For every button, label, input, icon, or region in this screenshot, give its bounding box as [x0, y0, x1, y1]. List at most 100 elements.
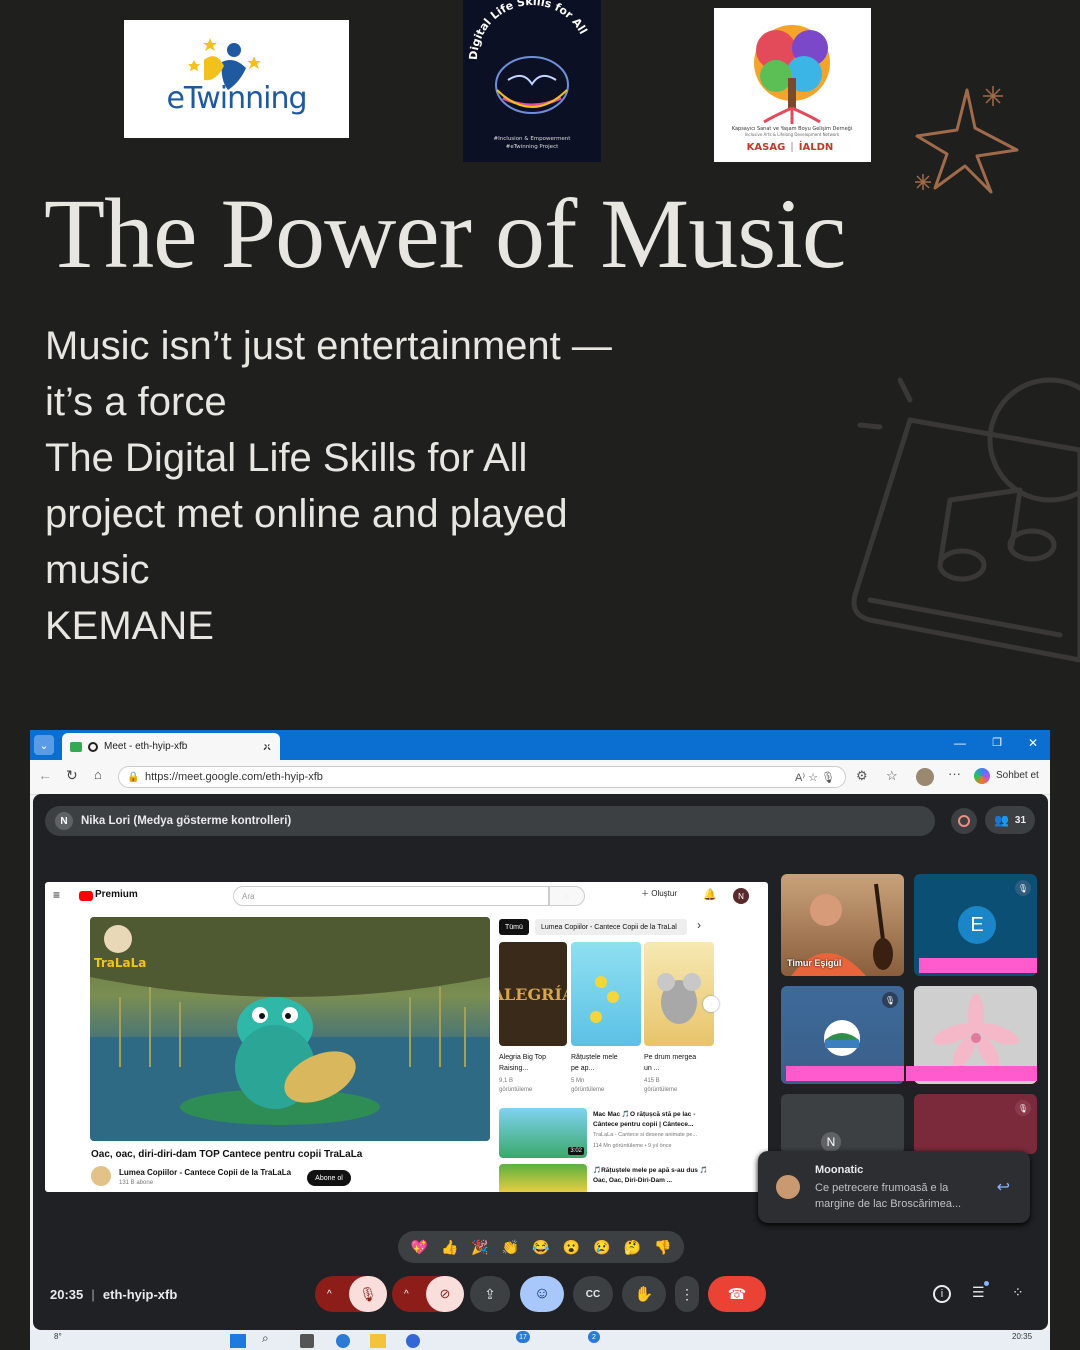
present-screen-icon[interactable]: ⇪: [470, 1276, 510, 1312]
participants-button[interactable]: 👥 31: [985, 806, 1035, 834]
start-icon[interactable]: [230, 1334, 246, 1348]
edge-taskbar-icon[interactable]: [336, 1334, 350, 1348]
participant-tile-n[interactable]: N: [781, 1094, 904, 1154]
reaction-thumbs-up-icon[interactable]: 👍: [441, 1239, 458, 1256]
browser-tab-bar: ⌄ Meet - eth-hyip-xfb ✕ + — ❐ ✕: [30, 730, 1050, 760]
chip-all[interactable]: Tümü: [499, 919, 529, 935]
reaction-sad-icon[interactable]: 😢: [593, 1239, 610, 1256]
menu-icon[interactable]: ≡: [53, 888, 60, 902]
chip-channel[interactable]: Lumea Copiilor - Cantece Copii de la Tra…: [535, 919, 687, 935]
subscribe-button[interactable]: Abone ol: [307, 1170, 351, 1186]
participant-tile-pink[interactable]: 🎙: [914, 1094, 1037, 1154]
channel-avatar[interactable]: [91, 1166, 111, 1186]
meet-screenshot: ⌄ Meet - eth-hyip-xfb ✕ + — ❐ ✕ ← ↻ ⌂ 🔒 …: [30, 730, 1050, 1350]
emoji-reactions-icon[interactable]: ☺: [520, 1276, 564, 1312]
participant-name: Timur Eşigül: [787, 958, 842, 968]
reaction-party-icon[interactable]: 🎉: [471, 1239, 488, 1256]
mic-options-icon[interactable]: ^: [327, 1289, 332, 1300]
copilot-label[interactable]: Sohbet et: [996, 770, 1039, 781]
youtube-search-input[interactable]: Ara: [233, 886, 549, 906]
body-line: KEMANE: [45, 604, 214, 648]
mic-control-group: ^ 🎙: [315, 1276, 387, 1312]
reaction-thumbs-down-icon[interactable]: 👎: [654, 1239, 671, 1256]
kasag-line: Kapsayıcı Sanat ve Yaşam Boyu Gelişim De…: [732, 125, 852, 132]
muted-mic-icon: 🎙: [1015, 880, 1031, 896]
favorites-icon[interactable]: ☆: [886, 768, 898, 784]
camera-off-icon[interactable]: ⊘: [426, 1276, 464, 1312]
chat-notification[interactable]: Moonatic Ce petrecere frumoasă e la marg…: [758, 1151, 1030, 1223]
home-icon[interactable]: ⌂: [94, 767, 102, 782]
short-title[interactable]: Alegria Big Top Raising...: [499, 1052, 555, 1074]
presenter-bar[interactable]: N Nika Lori (Medya gösterme kontrolleri): [45, 806, 935, 836]
recommended-title[interactable]: 🎵Rățuștele mele pe apă s-au dus 🎵 Oac, O…: [593, 1166, 711, 1186]
short-thumbnail-alegria[interactable]: ALEGRÍA: [499, 942, 567, 1046]
reaction-surprised-icon[interactable]: 😮: [563, 1239, 580, 1256]
mic-off-icon[interactable]: 🎙: [349, 1276, 387, 1312]
windows-taskbar: 8° ⌕ 17 2 20:35: [30, 1330, 1050, 1350]
captions-icon[interactable]: CC: [573, 1276, 613, 1312]
search-icon[interactable]: ⌕: [549, 886, 585, 906]
body-line: The Digital Life Skills for All: [45, 436, 528, 480]
reactions-bar: 💖 👍 🎉 👏 😂 😮 😢 🤔 👎: [398, 1231, 684, 1263]
reaction-clap-icon[interactable]: 👏: [502, 1239, 519, 1256]
camera-options-icon[interactable]: ^: [404, 1289, 409, 1300]
youtube-video-player[interactable]: TraLaLa: [90, 917, 490, 1141]
raise-hand-icon[interactable]: ✋: [622, 1276, 666, 1312]
minimize-icon[interactable]: —: [954, 736, 966, 750]
file-explorer-icon[interactable]: [370, 1334, 386, 1348]
new-tab-icon[interactable]: +: [262, 734, 273, 755]
reply-icon[interactable]: ↩: [997, 1177, 1010, 1197]
restore-icon[interactable]: ❐: [992, 736, 1002, 749]
subscriber-count: 131 B abone: [119, 1180, 154, 1186]
dls-sub1: #Inclusion & Empowerment: [494, 136, 572, 142]
reaction-heart-icon[interactable]: 💖: [411, 1239, 428, 1256]
profile-avatar[interactable]: [916, 768, 934, 786]
tab-meet[interactable]: Meet - eth-hyip-xfb ✕: [62, 733, 280, 760]
chat-icon[interactable]: ☰: [972, 1284, 985, 1301]
participant-tile-timur[interactable]: Timur Eşigül: [781, 874, 904, 976]
shared-screen-youtube[interactable]: ≡ Premium Ara ⌕ ＋ Oluştur 🔔 N TraLaLa Oa…: [45, 882, 768, 1192]
back-icon[interactable]: ←: [38, 767, 52, 783]
recording-indicator-icon[interactable]: [951, 808, 977, 834]
recommended-thumbnail[interactable]: 3:02: [499, 1108, 587, 1158]
copilot-icon[interactable]: [974, 768, 990, 784]
dls-sub2: #eTwinning Project: [506, 144, 559, 150]
extensions-icon[interactable]: ⚙: [856, 768, 868, 784]
recommended-thumbnail[interactable]: [499, 1164, 587, 1192]
taskbar-clock[interactable]: 20:35: [1012, 1332, 1032, 1341]
end-call-icon[interactable]: ☎: [708, 1276, 766, 1312]
youtube-avatar[interactable]: N: [733, 888, 749, 904]
create-button[interactable]: ＋ Oluştur: [641, 888, 677, 899]
weather-temp[interactable]: 8°: [54, 1332, 62, 1341]
short-title[interactable]: Rățuștele mele pe ap...: [571, 1052, 627, 1074]
task-view-icon[interactable]: [300, 1334, 314, 1348]
video-duration: 3:02: [568, 1147, 584, 1155]
recommended-meta: 114 Mn görüntüleme • 9 yıl önce: [593, 1143, 672, 1149]
url-field[interactable]: 🔒 https://meet.google.com/eth-hyip-xfb A…: [118, 766, 846, 788]
read-aloud-icon[interactable]: A⁾ ☆ 🎙: [795, 771, 835, 784]
participant-avatar: N: [821, 1132, 841, 1152]
close-window-icon[interactable]: ✕: [1028, 736, 1038, 750]
short-title[interactable]: Pe drum mergea un ...: [644, 1052, 700, 1074]
refresh-icon[interactable]: ↻: [66, 767, 78, 784]
chrome-icon[interactable]: [406, 1334, 420, 1348]
body-text: Music isn’t just entertainment — it’s a …: [45, 318, 685, 654]
more-options-icon[interactable]: ⋮: [675, 1276, 699, 1312]
notifications-icon[interactable]: 🔔: [703, 888, 717, 901]
short-thumbnail-mouse[interactable]: [644, 942, 714, 1046]
reaction-thinking-icon[interactable]: 🤔: [624, 1239, 641, 1256]
activities-icon[interactable]: ⁘: [1012, 1284, 1024, 1301]
youtube-brand: Premium: [95, 889, 138, 900]
next-shorts-icon[interactable]: ›: [703, 996, 719, 1012]
recording-icon: [88, 741, 98, 752]
video-title[interactable]: Oac, oac, diri-diri-dam TOP Cantece pent…: [91, 1149, 511, 1160]
short-thumbnail-ducks[interactable]: [571, 942, 641, 1046]
chevron-right-icon[interactable]: ›: [697, 918, 701, 932]
more-icon[interactable]: ···: [948, 766, 961, 781]
reaction-laugh-icon[interactable]: 😂: [532, 1239, 549, 1256]
search-taskbar-icon[interactable]: ⌕: [262, 1331, 269, 1346]
channel-name[interactable]: Lumea Copiilor - Cantece Copii de la Tra…: [119, 1168, 291, 1177]
tab-actions-icon[interactable]: ⌄: [34, 735, 54, 755]
recommended-title[interactable]: Mac Mac 🎵O rățușcă stă pe lac - Cântece …: [593, 1110, 711, 1130]
info-icon[interactable]: i: [933, 1285, 951, 1303]
